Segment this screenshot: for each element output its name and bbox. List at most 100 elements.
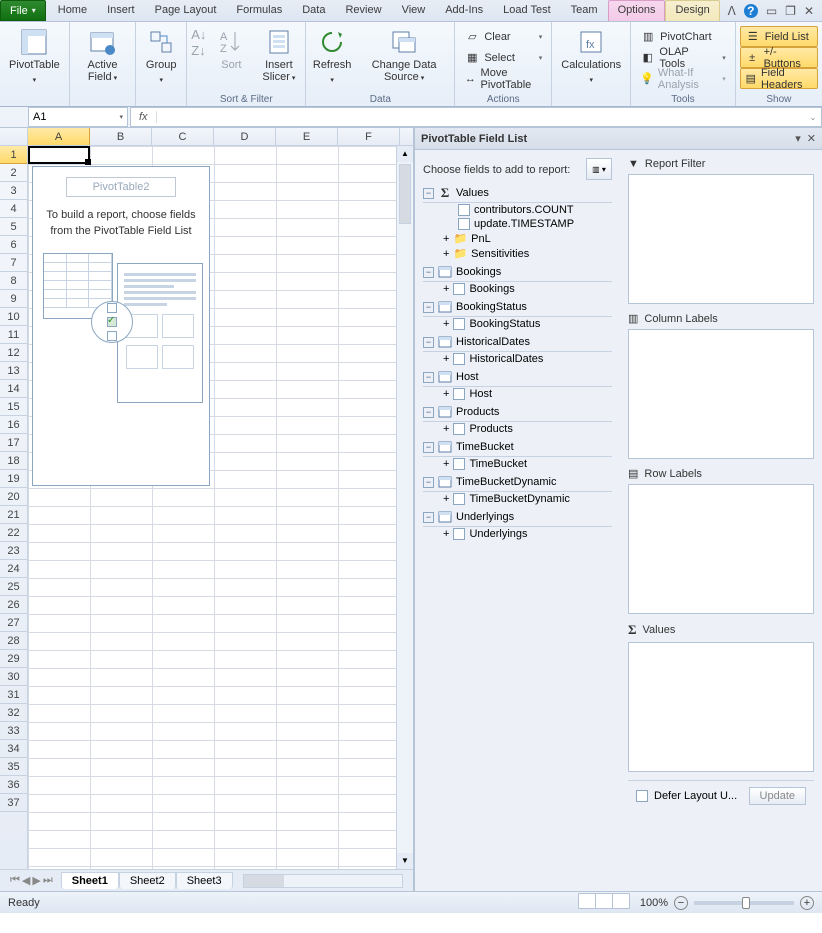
- tab-add-ins[interactable]: Add-Ins: [435, 0, 493, 21]
- sort-asc-icon[interactable]: A↓: [191, 27, 206, 42]
- horizontal-scrollbar[interactable]: [243, 874, 403, 888]
- row-header[interactable]: 12: [0, 344, 27, 362]
- calculations-button[interactable]: fx Calculations: [556, 24, 626, 90]
- field-item[interactable]: contributors.COUNT: [458, 203, 612, 217]
- row-header[interactable]: 6: [0, 236, 27, 254]
- field-checkbox[interactable]: [458, 204, 470, 216]
- row-header[interactable]: 31: [0, 686, 27, 704]
- row-header[interactable]: 27: [0, 614, 27, 632]
- field-dimension[interactable]: −Host: [423, 368, 612, 387]
- sheet-tab[interactable]: Sheet1: [61, 872, 119, 889]
- field-dimension[interactable]: −Bookings: [423, 263, 612, 282]
- row-header[interactable]: 14: [0, 380, 27, 398]
- pivottable-button[interactable]: PivotTable: [4, 24, 65, 90]
- field-item[interactable]: +TimeBucket: [443, 457, 612, 471]
- row-header[interactable]: 13: [0, 362, 27, 380]
- field-list-layout-button[interactable]: ▥ ▾: [586, 158, 612, 180]
- insert-slicer-button[interactable]: Insert Slicer: [256, 24, 301, 90]
- row-header[interactable]: 4: [0, 200, 27, 218]
- active-cell[interactable]: [28, 146, 90, 164]
- collapse-icon[interactable]: −: [423, 512, 434, 523]
- row-header[interactable]: 36: [0, 776, 27, 794]
- column-header[interactable]: A: [28, 128, 90, 145]
- row-header[interactable]: 32: [0, 704, 27, 722]
- field-item[interactable]: +Host: [443, 387, 612, 401]
- scroll-thumb[interactable]: [399, 164, 411, 224]
- tab-home[interactable]: Home: [48, 0, 97, 21]
- field-item[interactable]: update.TIMESTAMP: [458, 217, 612, 231]
- tab-team[interactable]: Team: [561, 0, 608, 21]
- row-labels-area[interactable]: ▤Row Labels: [628, 467, 814, 614]
- row-header[interactable]: 37: [0, 794, 27, 812]
- expand-icon[interactable]: +: [443, 233, 449, 245]
- field-dimension[interactable]: −HistoricalDates: [423, 333, 612, 352]
- row-header[interactable]: 7: [0, 254, 27, 272]
- sort-button[interactable]: AZ Sort: [210, 24, 252, 90]
- tab-review[interactable]: Review: [335, 0, 391, 21]
- field-checkbox[interactable]: [453, 283, 465, 295]
- expand-icon[interactable]: +: [443, 248, 449, 260]
- minimize-ribbon-icon[interactable]: ᐱ: [728, 4, 736, 18]
- column-labels-area[interactable]: ▥Column Labels: [628, 312, 814, 459]
- tab-design[interactable]: Design: [665, 0, 719, 21]
- refresh-button[interactable]: Refresh: [310, 24, 354, 90]
- select-button[interactable]: ▦Select▾: [459, 47, 547, 68]
- field-dimension[interactable]: −Products: [423, 403, 612, 422]
- collapse-icon[interactable]: −: [423, 442, 434, 453]
- field-checkbox[interactable]: [453, 318, 465, 330]
- field-item[interactable]: +HistoricalDates: [443, 352, 612, 366]
- expand-icon[interactable]: +: [443, 388, 449, 400]
- row-header[interactable]: 24: [0, 560, 27, 578]
- field-dimension[interactable]: −TimeBucketDynamic: [423, 473, 612, 492]
- field-dimension[interactable]: −ΣValues: [423, 184, 612, 203]
- row-header[interactable]: 1: [0, 146, 27, 164]
- field-checkbox[interactable]: [453, 353, 465, 365]
- collapse-icon[interactable]: −: [423, 477, 434, 488]
- expand-icon[interactable]: +: [443, 353, 449, 365]
- field-item[interactable]: +📁Sensitivities: [443, 246, 612, 261]
- window-close-icon[interactable]: ✕: [804, 4, 814, 18]
- change-data-source-button[interactable]: Change Data Source: [358, 24, 450, 90]
- sort-desc-icon[interactable]: Z↓: [191, 43, 206, 58]
- group-button[interactable]: Group: [140, 24, 182, 90]
- zoom-control[interactable]: 100% − +: [640, 896, 814, 910]
- field-checkbox[interactable]: [453, 528, 465, 540]
- expand-icon[interactable]: +: [443, 493, 449, 505]
- vertical-scrollbar[interactable]: ▲ ▼: [396, 146, 413, 869]
- name-box[interactable]: ▾: [28, 107, 128, 127]
- name-box-input[interactable]: [33, 111, 103, 123]
- row-header[interactable]: 25: [0, 578, 27, 596]
- row-header[interactable]: 19: [0, 470, 27, 488]
- cell-grid[interactable]: PivotTable2 To build a report, choose fi…: [28, 146, 396, 869]
- collapse-icon[interactable]: −: [423, 267, 434, 278]
- row-header[interactable]: 33: [0, 722, 27, 740]
- row-header[interactable]: 8: [0, 272, 27, 290]
- fx-icon[interactable]: fx: [131, 111, 157, 123]
- tab-page-layout[interactable]: Page Layout: [145, 0, 227, 21]
- window-restore-icon[interactable]: ❐: [785, 4, 796, 18]
- field-headers-toggle[interactable]: ▤Field Headers: [740, 68, 818, 89]
- column-header[interactable]: D: [214, 128, 276, 145]
- values-area[interactable]: ΣValues: [628, 622, 814, 772]
- tab-formulas[interactable]: Formulas: [226, 0, 292, 21]
- field-checkbox[interactable]: [458, 218, 470, 230]
- zoom-out-icon[interactable]: −: [674, 896, 688, 910]
- expand-icon[interactable]: +: [443, 458, 449, 470]
- collapse-icon[interactable]: −: [423, 188, 434, 199]
- field-checkbox[interactable]: [453, 458, 465, 470]
- collapse-icon[interactable]: −: [423, 337, 434, 348]
- expand-icon[interactable]: +: [443, 318, 449, 330]
- field-item[interactable]: +📁PnL: [443, 231, 612, 246]
- collapse-icon[interactable]: −: [423, 302, 434, 313]
- field-item[interactable]: +BookingStatus: [443, 317, 612, 331]
- row-header[interactable]: 15: [0, 398, 27, 416]
- row-header[interactable]: 11: [0, 326, 27, 344]
- help-icon[interactable]: ?: [744, 4, 758, 18]
- tab-view[interactable]: View: [392, 0, 436, 21]
- tab-options[interactable]: Options: [608, 0, 666, 21]
- select-all-corner[interactable]: [0, 128, 28, 145]
- row-header[interactable]: 35: [0, 758, 27, 776]
- row-header[interactable]: 5: [0, 218, 27, 236]
- field-item[interactable]: +Bookings: [443, 282, 612, 296]
- row-header[interactable]: 34: [0, 740, 27, 758]
